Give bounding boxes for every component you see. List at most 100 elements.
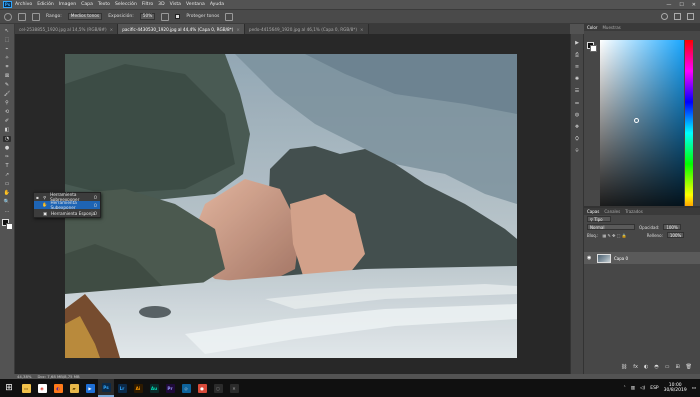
menu-item[interactable]: 3D	[158, 2, 164, 7]
layer-action-icon[interactable]: 🗑	[686, 364, 692, 370]
maximize-icon[interactable]: ☐	[679, 2, 683, 8]
network-icon[interactable]: ▥	[631, 386, 635, 391]
chrome-icon[interactable]: ◉	[34, 379, 50, 397]
background-color-swatch[interactable]	[590, 45, 597, 52]
menu-item[interactable]: Texto	[98, 2, 110, 7]
tool-icon[interactable]: ▭	[3, 181, 11, 187]
panel-icon[interactable]: ❖	[574, 124, 581, 130]
tool-icon[interactable]: ✑	[3, 154, 11, 160]
panel-icon[interactable]: ▶	[574, 40, 581, 46]
hue-slider[interactable]	[685, 40, 693, 226]
tool-icon[interactable]: ✎	[3, 82, 11, 88]
opacity-input[interactable]: 100%	[663, 224, 681, 230]
airbrush-icon[interactable]	[161, 12, 170, 21]
close-icon[interactable]: ×	[236, 27, 240, 32]
panel-icon[interactable]: ◍	[574, 112, 581, 118]
layer-action-icon[interactable]: ⊞	[675, 364, 679, 370]
background-color[interactable]	[5, 223, 13, 230]
tool-icon[interactable]: ✧	[3, 55, 11, 61]
color-picker-cursor[interactable]	[634, 118, 639, 123]
tool-icon[interactable]: ⬚	[3, 37, 11, 43]
tool-icon[interactable]: ⊠	[3, 73, 11, 79]
tool-icon[interactable]: ⌁	[3, 46, 11, 52]
layer-action-icon[interactable]: ◓	[654, 364, 658, 370]
volume-icon[interactable]: ◁)	[640, 386, 645, 391]
notifications-icon[interactable]: ▭	[692, 386, 696, 391]
minimize-icon[interactable]: —	[666, 2, 671, 8]
panel-icon[interactable]: ☰	[574, 88, 581, 94]
layer-name[interactable]: Capa 0	[614, 256, 628, 261]
document-image[interactable]	[65, 54, 517, 358]
eye-icon[interactable]: ◉	[587, 255, 594, 261]
menu-item[interactable]: Archivo	[15, 2, 32, 7]
premiere-icon[interactable]: Pr	[162, 379, 178, 397]
panel-icon[interactable]: ≡	[574, 64, 581, 70]
app13-icon[interactable]: ◌	[210, 379, 226, 397]
fill-input[interactable]: 100%	[666, 232, 685, 238]
protect-tones-checkbox[interactable]	[175, 14, 181, 19]
menu-item[interactable]: Selección	[115, 2, 137, 7]
clock[interactable]: 10:00 30/8/2019	[664, 383, 687, 394]
panel-icon[interactable]: ⚌	[574, 100, 581, 106]
lightroom-icon[interactable]: Lr	[114, 379, 130, 397]
tab-document-1[interactable]: cel-2538855_1920.jpg al 14,5% (RGB/8#) ×	[15, 24, 119, 34]
illustrator-icon[interactable]: Ai	[130, 379, 146, 397]
menu-item[interactable]: Filtro	[142, 2, 153, 7]
tab-channels[interactable]: Canales	[604, 209, 620, 214]
layer-action-icon[interactable]: ⛓	[621, 364, 627, 370]
tool-icon[interactable]: ⌗	[3, 64, 11, 70]
tool-icon[interactable]: ↖	[3, 28, 11, 34]
panel-icon[interactable]: ⛭	[574, 136, 581, 142]
layer-action-icon[interactable]: fx	[633, 364, 638, 370]
tool-icon[interactable]: 🔍	[3, 199, 11, 205]
share-icon[interactable]	[687, 13, 694, 20]
menu-item[interactable]: Capa	[81, 2, 93, 7]
tab-layers[interactable]: Capas	[587, 209, 599, 214]
menu-item[interactable]: Imagen	[59, 2, 76, 7]
tab-document-3[interactable]: pedo-4415649_1920.jpg al 46,1% (Capa 0, …	[244, 24, 369, 34]
tool-icon[interactable]: T	[3, 163, 11, 169]
close-icon[interactable]: ×	[360, 27, 364, 32]
tool-icon[interactable]: ⚲	[3, 100, 11, 106]
tab-color[interactable]: Color	[587, 25, 597, 30]
layer-row[interactable]: ◉ Capa 0	[584, 252, 700, 264]
kind-filter-select[interactable]: ⚲ Tipo	[587, 216, 611, 222]
canvas-area[interactable]: ▪ ⚲ Herramienta Sobreexponer O ✋ Herrami…	[15, 34, 570, 374]
firefox-icon[interactable]: ◐	[50, 379, 66, 397]
close-icon[interactable]: ✕	[692, 2, 696, 8]
tab-paths[interactable]: Trazados	[625, 209, 643, 214]
lock-icons[interactable]: ▦ ✎ ✥ ⬚ 🔒	[602, 233, 626, 238]
exposure-input[interactable]: 50%	[139, 13, 156, 20]
audition-icon[interactable]: Au	[146, 379, 162, 397]
language-indicator[interactable]: ESP	[650, 386, 658, 391]
sponge-tool-option[interactable]: ▣ Herramienta Esponja O	[34, 209, 100, 217]
panel-icon[interactable]: ⌾	[574, 148, 581, 154]
media-icon[interactable]: ▶	[82, 379, 98, 397]
menu-item[interactable]: Ayuda	[210, 2, 224, 7]
search-icon[interactable]	[661, 13, 668, 20]
layer-action-icon[interactable]: ◐	[644, 364, 648, 370]
chevron-up-icon[interactable]: ˄	[624, 386, 626, 391]
dodge-tool-icon[interactable]	[4, 12, 12, 21]
tool-icon[interactable]: ✐	[3, 118, 11, 124]
explorer-icon[interactable]: ▭	[18, 379, 34, 397]
burn-tool-option[interactable]: ✋ Herramienta Subexponer O	[34, 200, 100, 210]
panel-icon[interactable]: ✺	[574, 76, 581, 82]
color-picker-field[interactable]	[600, 40, 684, 226]
menu-item[interactable]: Ventana	[186, 2, 205, 7]
tool-icon[interactable]: ✋	[3, 190, 11, 196]
vscode-icon[interactable]: ◇	[178, 379, 194, 397]
tool-icon[interactable]: ⟲	[3, 109, 11, 115]
close-icon[interactable]: ×	[110, 27, 114, 32]
panel-icon[interactable]: ⎙	[574, 52, 581, 58]
start-icon[interactable]: ⊞	[0, 379, 18, 397]
app12-icon[interactable]: ●	[194, 379, 210, 397]
tool-icon[interactable]: …	[3, 208, 11, 214]
blend-mode-select[interactable]: Normal	[587, 224, 635, 230]
color-swatches[interactable]	[1, 219, 13, 230]
tab-document-2[interactable]: pacific-4430530_1920.jpg al 44,4% (Capa …	[118, 24, 245, 34]
tool-icon[interactable]: ↗	[3, 172, 11, 178]
tab-swatches[interactable]: Muestras	[602, 25, 620, 30]
tool-icon[interactable]: ◧	[3, 127, 11, 133]
workspace-icon[interactable]	[674, 13, 681, 20]
